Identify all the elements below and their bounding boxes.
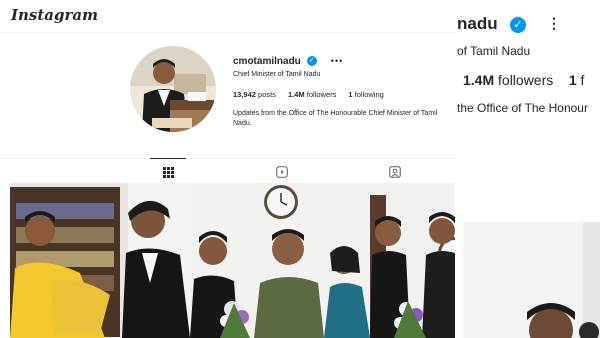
post-photo — [190, 183, 370, 338]
followers-count: 1.4M — [287, 90, 305, 99]
posts-label: posts — [258, 90, 276, 99]
tagged-icon — [389, 166, 401, 178]
username-row: cmotamilnadu ✓ ••• — [233, 54, 463, 68]
grid-icon — [162, 166, 174, 178]
post-thumbnail[interactable] — [370, 183, 460, 338]
verified-badge-icon: ✓ — [306, 56, 317, 66]
profile-info: cmotamilnadu ✓ ••• Chief Minister of Tam… — [233, 54, 463, 129]
zoom-following-label: f — [580, 72, 585, 88]
posts-count: 13,942 — [233, 90, 256, 99]
zoom-followers-count: 1.4M — [463, 72, 495, 88]
zoom-bio: the Office of The Honour — [457, 101, 588, 115]
followers-label: followers — [306, 90, 337, 99]
instagram-logo[interactable]: Instagram — [11, 6, 98, 24]
reels-icon — [276, 166, 288, 178]
zoom-verified-badge-icon: ✓ — [510, 17, 526, 33]
post-photo — [10, 183, 190, 338]
posts-grid — [10, 183, 460, 338]
posts-stat: 13,942 posts — [233, 90, 276, 99]
following-stat[interactable]: 1 following — [348, 90, 383, 99]
profile-bio: Updates from the Office of The Honourabl… — [233, 110, 438, 127]
tab-tagged[interactable] — [377, 159, 413, 185]
zoom-post-thumbnail[interactable] — [463, 222, 600, 338]
top-bar: Instagram — [0, 0, 460, 33]
zoom-post-photo — [463, 222, 600, 338]
profile-stats: 13,942 posts 1.4M followers 1 following — [233, 90, 463, 99]
profile-subtitle: Chief Minister of Tamil Nadu — [233, 71, 321, 78]
profile-avatar[interactable] — [130, 46, 216, 132]
followers-stat[interactable]: 1.4M followers — [288, 90, 336, 99]
zoom-subtitle: of Tamil Nadu — [457, 44, 531, 58]
zoom-more-options-icon[interactable]: ⋮ — [547, 15, 561, 32]
post-thumbnail[interactable] — [190, 183, 370, 338]
avatar-photo — [130, 46, 216, 132]
zoomed-profile-overlay: nadu ✓ ⋮ of Tamil Nadu 1.4M followers 1 … — [455, 0, 600, 338]
profile-tabs — [0, 158, 460, 185]
following-count: 1 — [348, 90, 353, 99]
zoom-username: nadu — [457, 14, 498, 33]
following-label: following — [354, 90, 384, 99]
more-options-icon[interactable]: ••• — [331, 56, 343, 66]
post-thumbnail[interactable] — [10, 183, 190, 338]
tab-reels[interactable] — [264, 159, 300, 185]
tab-posts[interactable] — [150, 158, 186, 185]
zoom-followers-label: followers — [498, 72, 554, 88]
post-photo — [370, 183, 460, 338]
username: cmotamilnadu — [233, 55, 301, 67]
zoom-following-count: 1 — [568, 72, 577, 88]
zoom-stats: 1.4M followers 1 f — [463, 72, 584, 88]
